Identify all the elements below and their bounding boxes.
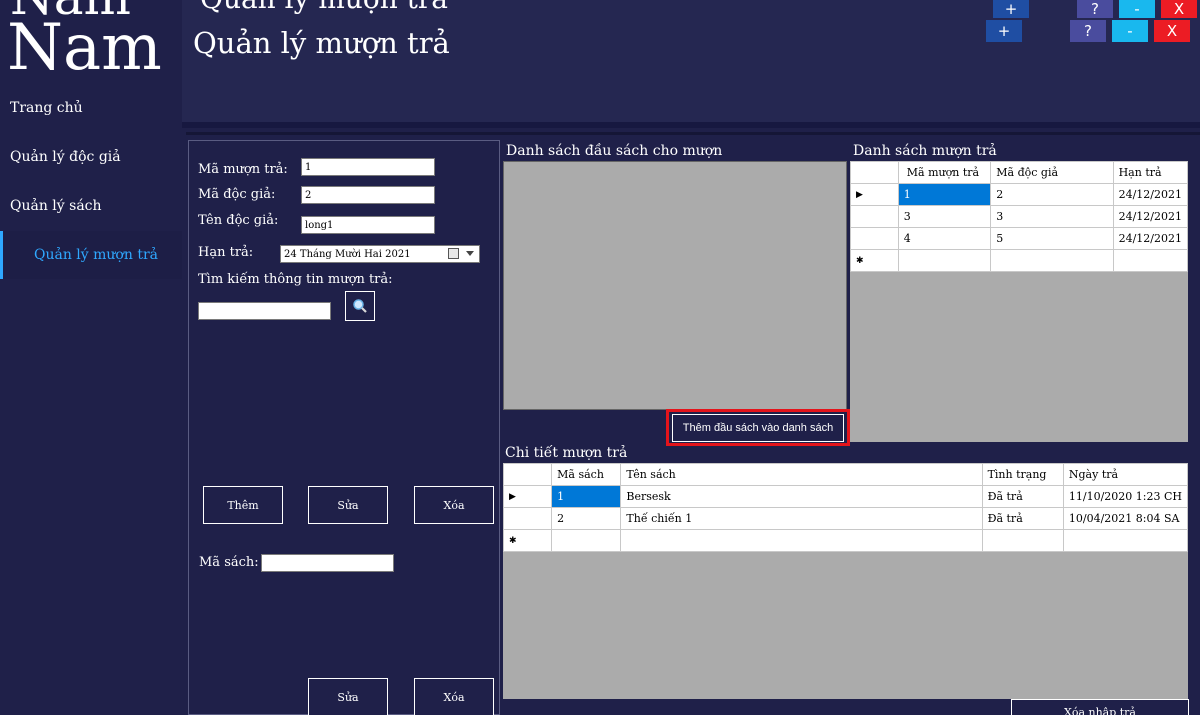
han-tra-datepicker[interactable]: 24 Tháng Mười Hai 2021: [280, 245, 480, 263]
table-cell[interactable]: 24/12/2021: [1112, 205, 1189, 228]
table-row[interactable]: 4 5 24/12/2021: [850, 227, 1189, 250]
table-cell[interactable]: 2: [990, 183, 1114, 206]
row-indicator-icon: ▶: [502, 485, 553, 508]
loan-detail-title: Chi tiết mượn trả: [505, 445, 628, 461]
table-cell[interactable]: 10/04/2021 8:04 SA: [1062, 507, 1189, 530]
table-row[interactable]: 2 Thế chiến 1 Đã trả 10/04/2021 8:04 SA: [502, 507, 1189, 530]
ma-sach-label: Mã sách:: [199, 555, 259, 570]
table-header-row: Mã mượn trả Mã độc giả Hạn trả: [850, 161, 1189, 184]
column-header[interactable]: Mã sách: [551, 463, 622, 486]
edit-loan-button[interactable]: Sửa: [308, 486, 388, 524]
table-cell[interactable]: Thế chiến 1: [620, 507, 983, 530]
add-loan-button[interactable]: Thêm: [203, 486, 283, 524]
column-header[interactable]: Hạn trả: [1112, 161, 1189, 184]
calendar-icon[interactable]: [448, 248, 459, 259]
header: [182, 0, 1200, 122]
minimize-button[interactable]: -: [1112, 20, 1148, 42]
table-cell[interactable]: 5: [990, 227, 1114, 250]
ten-doc-gia-field[interactable]: long1: [301, 216, 435, 234]
ma-muon-tra-field[interactable]: 1: [301, 158, 435, 176]
close-button[interactable]: X: [1154, 20, 1190, 42]
row-header-cell: [502, 507, 553, 530]
table-row[interactable]: ▶ 1 2 24/12/2021: [850, 183, 1189, 206]
new-row-icon: ✱: [502, 529, 553, 552]
search-input[interactable]: [198, 302, 331, 320]
delete-detail-button[interactable]: Xóa: [414, 678, 494, 715]
sidebar-item-books[interactable]: Quản lý sách: [0, 182, 182, 230]
table-cell[interactable]: [1062, 529, 1189, 552]
ma-sach-field[interactable]: [261, 554, 394, 572]
table-cell[interactable]: 24/12/2021: [1112, 227, 1189, 250]
search-label: Tìm kiếm thông tin mượn trả:: [198, 272, 393, 287]
han-tra-label: Hạn trả:: [198, 245, 254, 260]
table-cell[interactable]: 3: [990, 205, 1114, 228]
row-indicator-icon: ▶: [850, 183, 899, 206]
vertical-scrollbar[interactable]: [1189, 160, 1200, 715]
chevron-down-icon[interactable]: [466, 251, 474, 256]
table-cell[interactable]: [1112, 249, 1189, 272]
app-logo: Nam: [7, 11, 162, 85]
column-header[interactable]: Tình trạng: [981, 463, 1064, 486]
edit-detail-button[interactable]: Sửa: [308, 678, 388, 715]
table-cell[interactable]: [551, 529, 622, 552]
table-cell[interactable]: [981, 529, 1064, 552]
minimize-button-ghost[interactable]: -: [1119, 0, 1155, 18]
table-cell[interactable]: 2: [551, 507, 622, 530]
delete-return-button[interactable]: Xóa nhập trả: [1011, 699, 1189, 715]
row-header-cell: [502, 463, 553, 486]
title-ghost: Quản lý mượn trả: [200, 0, 448, 15]
help-button[interactable]: ?: [1070, 20, 1106, 42]
table-header-row: Mã sách Tên sách Tình trạng Ngày trả: [502, 463, 1189, 486]
add-book-to-list-button[interactable]: Thêm đầu sách vào danh sách: [672, 414, 844, 442]
row-header-cell: [850, 227, 899, 250]
add-book-highlight: Thêm đầu sách vào danh sách: [666, 409, 850, 446]
column-header[interactable]: Ngày trả: [1062, 463, 1189, 486]
row-header-cell: [850, 205, 899, 228]
close-button-ghost[interactable]: X: [1161, 0, 1197, 18]
table-cell[interactable]: 24/12/2021: [1112, 183, 1189, 206]
table-row[interactable]: ▶ 1 Bersesk Đã trả 11/10/2020 1:23 CH: [502, 485, 1189, 508]
add-button[interactable]: +: [986, 20, 1022, 42]
ma-doc-gia-label: Mã độc giả:: [198, 187, 276, 202]
table-cell[interactable]: [620, 529, 983, 552]
table-cell[interactable]: 1: [897, 183, 992, 206]
book-list-grid[interactable]: [503, 161, 847, 410]
row-header-cell: [850, 161, 899, 184]
header-divider: [182, 122, 1200, 128]
page-title: Quản lý mượn trả: [193, 26, 450, 60]
table-cell[interactable]: Đã trả: [981, 485, 1064, 508]
table-cell[interactable]: [990, 249, 1114, 272]
new-row[interactable]: ✱: [850, 249, 1189, 272]
table-cell[interactable]: Đã trả: [981, 507, 1064, 530]
sidebar-item-loans[interactable]: Quản lý mượn trả: [0, 231, 182, 279]
sidebar-item-home[interactable]: Trang chủ: [0, 84, 182, 132]
table-row[interactable]: 3 3 24/12/2021: [850, 205, 1189, 228]
table-cell[interactable]: 11/10/2020 1:23 CH: [1062, 485, 1189, 508]
new-row-icon: ✱: [850, 249, 899, 272]
loan-list-table[interactable]: Mã mượn trả Mã độc giả Hạn trả ▶ 1 2 24/…: [850, 161, 1189, 272]
ma-muon-tra-label: Mã mượn trả:: [198, 162, 288, 177]
column-header[interactable]: Mã mượn trả: [897, 161, 992, 184]
delete-loan-button[interactable]: Xóa: [414, 486, 494, 524]
table-cell[interactable]: Bersesk: [620, 485, 983, 508]
add-button-ghost[interactable]: +: [993, 0, 1029, 18]
han-tra-value: 24 Tháng Mười Hai 2021: [284, 248, 411, 260]
table-cell[interactable]: [897, 249, 992, 272]
loan-detail-table[interactable]: Mã sách Tên sách Tình trạng Ngày trả ▶ 1…: [502, 463, 1189, 552]
new-row[interactable]: ✱: [502, 529, 1189, 552]
sidebar-item-readers[interactable]: Quản lý độc giả: [0, 133, 182, 181]
help-button-ghost[interactable]: ?: [1077, 0, 1113, 18]
ma-doc-gia-field[interactable]: 2: [301, 186, 435, 204]
table-cell[interactable]: 3: [897, 205, 992, 228]
column-header[interactable]: Mã độc giả: [990, 161, 1114, 184]
loan-list-title: Danh sách mượn trả: [853, 143, 997, 159]
table-cell[interactable]: 4: [897, 227, 992, 250]
table-cell[interactable]: 1: [551, 485, 622, 508]
search-button[interactable]: [345, 291, 375, 321]
ten-doc-gia-label: Tên độc giả:: [198, 213, 279, 228]
search-icon: [353, 299, 367, 313]
book-list-title: Danh sách đầu sách cho mượn: [506, 143, 723, 159]
column-header[interactable]: Tên sách: [620, 463, 983, 486]
